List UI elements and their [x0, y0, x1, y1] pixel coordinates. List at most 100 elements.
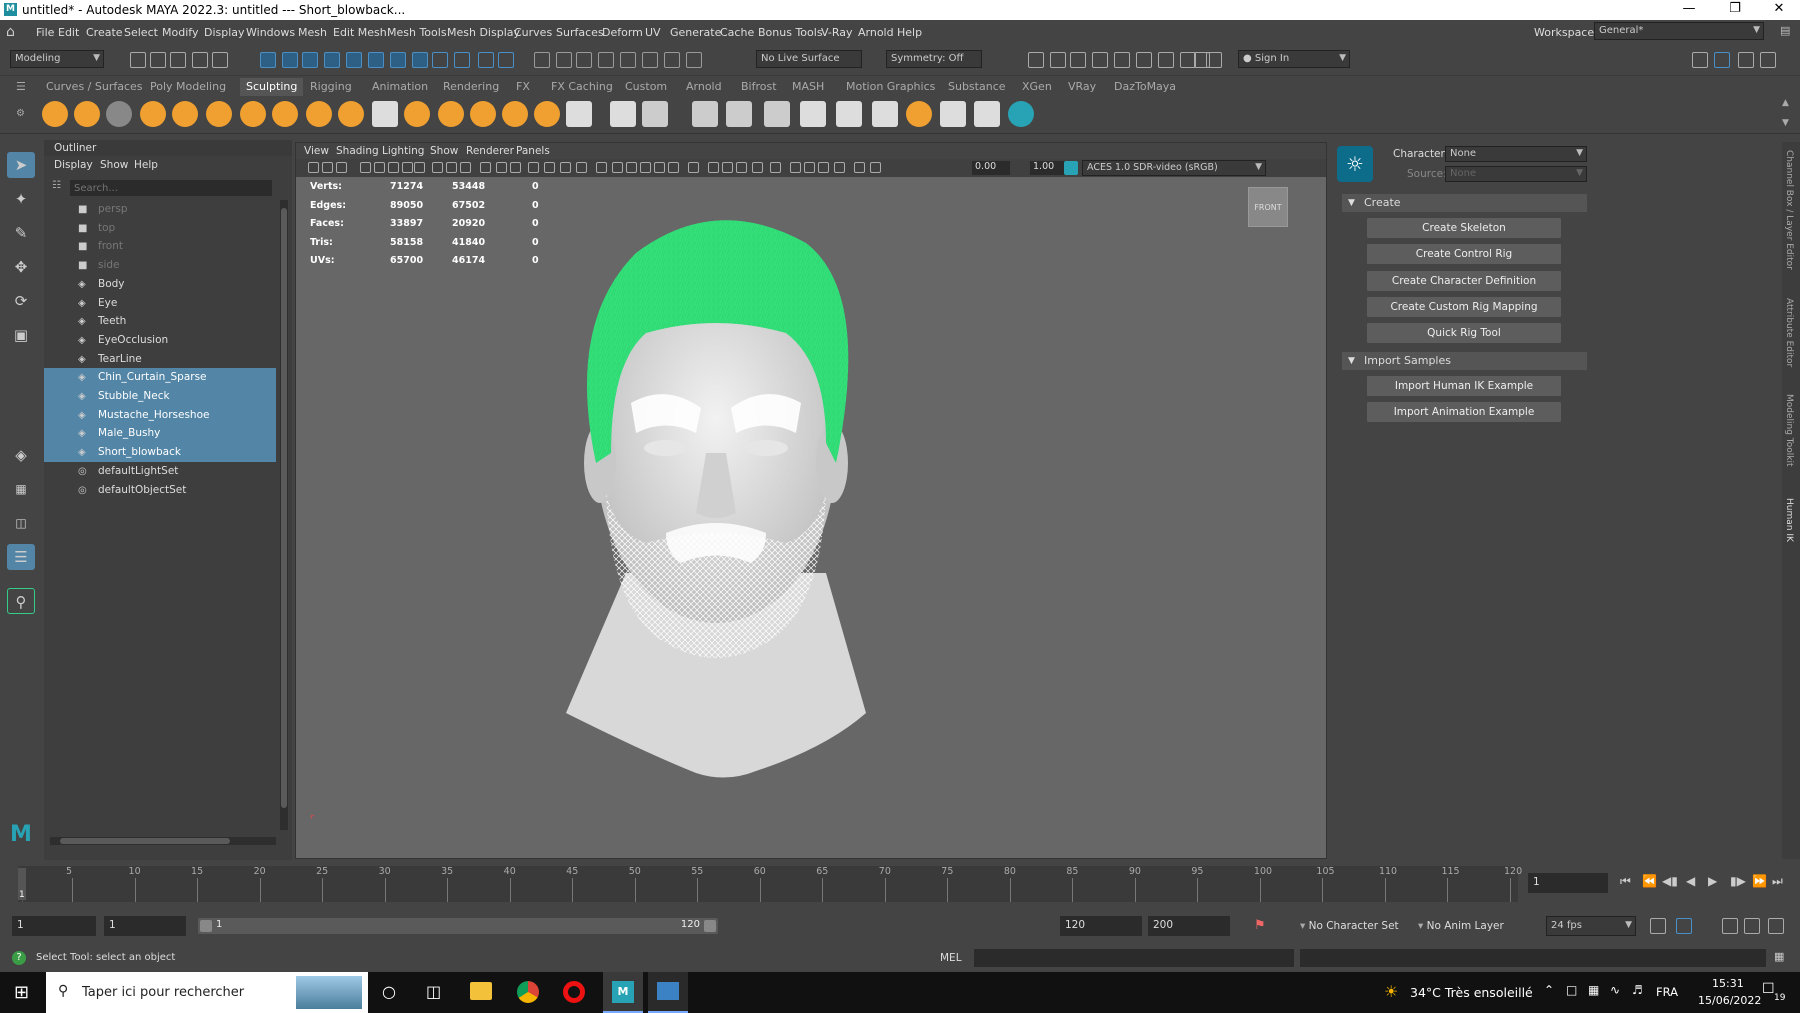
time-prefs-icon[interactable]	[1744, 918, 1760, 934]
status-tool-icon[interactable]	[170, 52, 186, 68]
time-slider-bar[interactable]: 5 10 15 20 25 30 35 40 45 50 55 60 65 70 75 80 85 90 95 100…	[18, 866, 1522, 902]
sculpt-brush-icon[interactable]	[240, 101, 266, 127]
status-tool-icon[interactable]	[212, 52, 228, 68]
viewport-tool-icon[interactable]	[374, 162, 385, 173]
sculpt-brush-icon[interactable]	[502, 101, 528, 127]
shelf-tab-daztomaya[interactable]: DazToMaya	[1114, 80, 1176, 93]
single-view-icon[interactable]: ◈	[7, 442, 35, 468]
sculpt-brush-icon[interactable]	[372, 101, 398, 127]
viewport-tool-icon[interactable]	[446, 162, 457, 173]
viewport-menu-shading[interactable]: Shading	[336, 145, 379, 157]
sculpt-brush-icon[interactable]	[438, 101, 464, 127]
outliner-item-short-blowback[interactable]: ◈ Short_blowback	[44, 443, 276, 463]
sculpt-brush-icon[interactable]	[404, 101, 430, 127]
weather-icon[interactable]: ☀	[1384, 982, 1398, 1001]
status-tool-icon[interactable]	[260, 52, 276, 68]
live-surface-field[interactable]: No Live Surface	[756, 50, 862, 68]
shelf-scroll-down-icon[interactable]: ▼	[1782, 118, 1789, 128]
status-tool-icon[interactable]	[556, 52, 572, 68]
rotate-tool-icon[interactable]: ⟳	[7, 288, 35, 314]
step-forward-key-icon[interactable]: ⏩	[1752, 874, 1767, 888]
side-tab-human-ik[interactable]: Human IK	[1784, 498, 1794, 542]
shelf-tab-rendering[interactable]: Rendering	[443, 80, 499, 93]
create-control-rig-button[interactable]: Create Control Rig	[1367, 244, 1561, 265]
side-tab-modeling-toolkit[interactable]: Modeling Toolkit	[1784, 394, 1794, 467]
menu-select[interactable]: Select	[124, 26, 158, 39]
viewport-tool-icon[interactable]	[654, 162, 665, 173]
clock-date[interactable]: 15/06/2022	[1698, 994, 1761, 1007]
outliner-menu-display[interactable]: Display	[54, 159, 93, 171]
status-tool-icon[interactable]	[498, 52, 514, 68]
maximize-button[interactable]: ❐	[1712, 1, 1758, 16]
menu-file[interactable]: File	[36, 26, 54, 39]
current-frame-field[interactable]: 1	[1528, 873, 1608, 893]
outliner-hscrollbar[interactable]	[50, 837, 276, 845]
status-tool-icon[interactable]	[432, 52, 448, 68]
menu-modify[interactable]: Modify	[162, 26, 198, 39]
menu-deform[interactable]: Deform	[602, 26, 643, 39]
outliner-item-front[interactable]: ■ front	[44, 237, 276, 256]
sign-in-button[interactable]: ● Sign In ▼	[1238, 50, 1350, 68]
viewport-tool-icon[interactable]	[736, 162, 747, 173]
viewport-tool-icon[interactable]	[770, 162, 781, 173]
viewport-tool-icon[interactable]	[336, 162, 347, 173]
gamma-field[interactable]: 1.00	[1030, 161, 1068, 175]
status-tool-icon[interactable]	[368, 52, 384, 68]
input-language[interactable]: FRA	[1656, 985, 1678, 999]
shelf-scroll-up-icon[interactable]: ▲	[1782, 98, 1789, 108]
viewport-tool-icon[interactable]	[870, 162, 881, 173]
tray-chevron-icon[interactable]: ⌃	[1544, 983, 1554, 997]
sculpt-brush-icon[interactable]	[940, 101, 966, 127]
viewport-tool-icon[interactable]	[360, 162, 371, 173]
taskbar-search[interactable]: ⚲ Taper ici pour rechercher	[46, 972, 368, 1013]
outliner-search-input[interactable]	[70, 180, 272, 196]
create-skeleton-button[interactable]: Create Skeleton	[1367, 218, 1561, 238]
shelf-tab-custom[interactable]: Custom	[625, 80, 667, 93]
outliner-item-stubble-neck[interactable]: ◈ Stubble_Neck	[44, 387, 276, 406]
sculpt-brush-icon[interactable]	[610, 101, 636, 127]
scroll-thumb[interactable]	[281, 208, 287, 808]
lasso-tool-icon[interactable]: ✦	[7, 186, 35, 212]
opera-icon[interactable]	[563, 981, 585, 1003]
outliner-item-defaultlightset[interactable]: ◎ defaultLightSet	[44, 462, 276, 481]
paint-select-icon[interactable]: ✎	[7, 220, 35, 246]
viewport-menu-show[interactable]: Show	[430, 145, 458, 157]
shelf-tab-poly-modeling[interactable]: Poly Modeling	[150, 80, 226, 93]
step-back-frame-icon[interactable]: ◀▮	[1662, 874, 1678, 888]
shelf-tab-xgen[interactable]: XGen	[1022, 80, 1052, 93]
source-select[interactable]: None ▼	[1445, 166, 1587, 182]
shelf-tab-mash[interactable]: MASH	[792, 80, 824, 93]
render-tool-icon[interactable]	[1206, 52, 1222, 68]
sculpt-brush-icon[interactable]	[74, 101, 100, 127]
menu-bonus-tools[interactable]: Bonus Tools	[758, 26, 823, 39]
sculpt-brush-icon[interactable]	[172, 101, 198, 127]
script-language-label[interactable]: MEL	[940, 952, 962, 964]
chrome-icon[interactable]	[517, 981, 539, 1003]
status-tool-icon[interactable]	[390, 52, 406, 68]
search-icon[interactable]: ⚲	[7, 588, 35, 614]
weather-text[interactable]: 34°C Très ensoleillé	[1410, 985, 1533, 1000]
status-tool-icon[interactable]	[576, 52, 592, 68]
character-select[interactable]: None ▼	[1445, 146, 1587, 162]
status-tool-icon[interactable]	[686, 52, 702, 68]
viewport-menu-renderer[interactable]: Renderer	[466, 145, 514, 157]
shelf-tab-rigging[interactable]: Rigging	[310, 80, 352, 93]
menu-set-select[interactable]: Modeling ▼	[10, 50, 104, 68]
viewport-menu-lighting[interactable]: Lighting	[382, 145, 424, 157]
menu-windows[interactable]: Windows	[246, 26, 295, 39]
select-tool-icon[interactable]: ➤	[7, 152, 35, 178]
scroll-thumb[interactable]	[60, 838, 230, 844]
status-tool-icon[interactable]	[412, 52, 428, 68]
view-cube[interactable]: FRONT	[1248, 187, 1288, 227]
workspace-lock-icon[interactable]: ▤	[1780, 24, 1790, 37]
tray-icon-2[interactable]: ▦	[1588, 983, 1599, 997]
outliner-filter-icon[interactable]: ☷	[52, 180, 61, 191]
outliner-layout-icon[interactable]: ☰	[7, 544, 35, 570]
colorspace-select[interactable]: ACES 1.0 SDR-video (sRGB) ▼	[1082, 160, 1266, 176]
task-view-icon[interactable]: ◫	[426, 982, 441, 1001]
viewport-tool-icon[interactable]	[544, 162, 555, 173]
viewport-tool-icon[interactable]	[496, 162, 507, 173]
photos-icon[interactable]	[648, 972, 688, 1013]
menu-surfaces[interactable]: Surfaces	[556, 26, 604, 39]
menu-help[interactable]: Help	[897, 26, 922, 39]
